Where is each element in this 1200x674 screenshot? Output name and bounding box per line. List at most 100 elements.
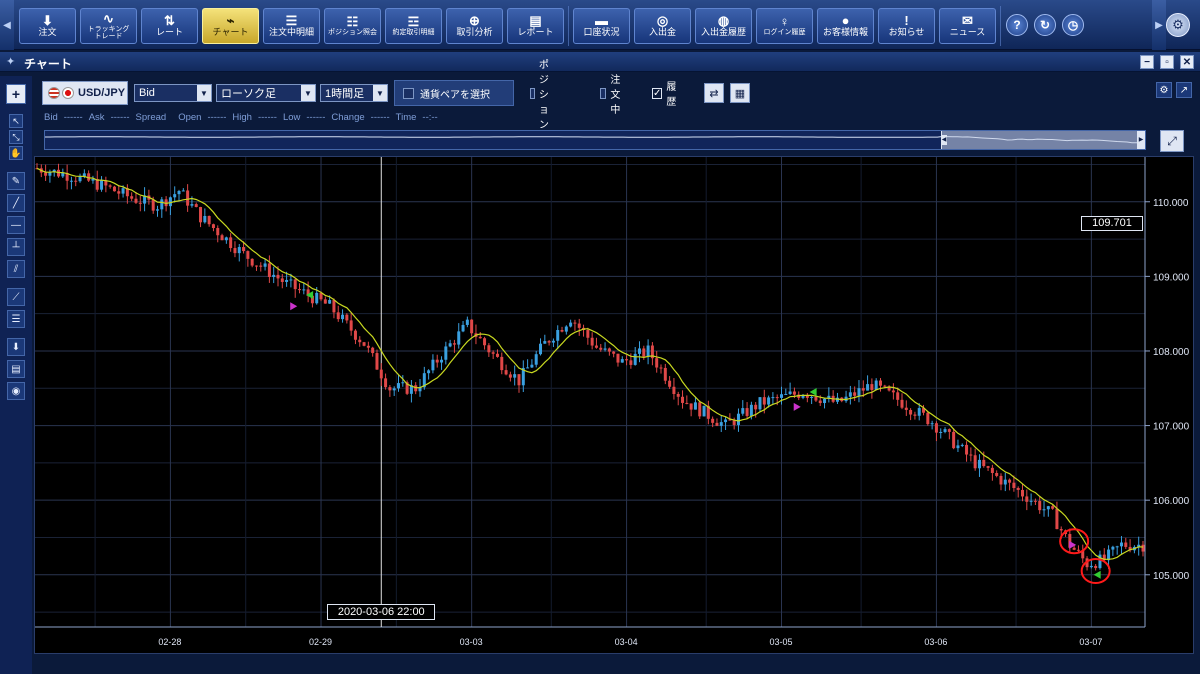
download-icon[interactable]: ⬇ [7,338,25,356]
candle-body [384,378,388,388]
candle-body [431,359,435,371]
checkbox-checked-icon[interactable]: ✓ [652,87,663,99]
trendline-icon[interactable]: ╱ [7,194,25,212]
toolbar-button-6[interactable]: ☲ 約定取引明細 [385,8,442,44]
toolbar-button-8[interactable]: ▤ レポート [507,8,564,44]
toolbar-button-2[interactable]: ⇅ レート [141,8,198,44]
candle-body [848,392,852,397]
candle-body [607,348,611,352]
candle-body [896,392,900,400]
candle-body [960,444,964,446]
candle-body [69,180,73,182]
select-pair-button[interactable]: 通貨ペアを選択 [394,80,514,106]
candle-body [134,198,138,203]
candle-body [930,423,934,425]
toolbar-button-5[interactable]: ☷ ポジション照会 [324,8,381,44]
candle-body [44,172,48,176]
navigator-window[interactable]: ◀ [941,131,1141,149]
navigator-right-handle[interactable]: ▶ [1137,131,1145,149]
candle-body [539,343,543,355]
candle-body [237,247,241,254]
toolbar-scroll-right-icon[interactable]: ▶ [1152,0,1166,50]
timeframe-select[interactable]: 1時間足 ▼ [320,84,388,102]
filter-1[interactable]: 注文中 [600,75,625,116]
close-button[interactable]: ✕ [1180,55,1194,69]
y-tick-label: 110.000 [1153,198,1189,209]
toolbar-button-0[interactable]: ⬇ 注文 [19,8,76,44]
candle-body [289,279,293,281]
toolbar-button-4[interactable]: ☰ 注文中明細 [263,8,320,44]
candle-body [1124,542,1128,547]
x-tick-label: 03-03 [460,637,483,647]
candle-body [637,348,641,354]
price-chart[interactable]: 110.000 109.000 108.000 107.000 106.000 105.0… [34,156,1194,654]
checkbox-icon[interactable] [600,87,607,99]
chart-navigator[interactable]: ◀ ▶ [44,130,1146,150]
toolbar-button-1[interactable]: ∿ トラッキング トレード [80,8,137,44]
minimize-button[interactable]: − [1140,55,1154,69]
crosshair-pointer-icon[interactable]: ⤡ [9,130,23,144]
draw-tool-icon[interactable]: ✎ [7,172,25,190]
trading-app: ◀ ⬇ 注文 ∿ トラッキング トレード ⇅ レート ⌁ チャート ☰ 注文中明細 ☷ ポジション照会… [0,0,1200,674]
fibonacci-icon[interactable]: ☰ [7,310,25,328]
pointer-tool-icon[interactable]: ↖ [9,114,23,128]
y-tick-label: 109.000 [1153,272,1190,283]
candle-body [642,348,646,357]
candle-body [1059,529,1063,531]
chart-layout-icon[interactable]: ▦ [730,83,750,103]
toolbar-button-11[interactable]: ◍ 入出金履歴 [695,8,752,44]
candle-body [551,340,555,343]
fan-icon[interactable]: ⟋ [7,288,25,306]
gear-icon[interactable]: ⚙ [1156,82,1172,98]
position-icon: ☷ [346,14,359,30]
toolbar-button-10[interactable]: ◎ 入出金 [634,8,691,44]
restore-button[interactable]: ▫ [1160,55,1174,69]
candle-body [676,394,680,397]
settings-gear-icon[interactable]: ⚙ [1166,13,1190,37]
toolbar-button-3[interactable]: ⌁ チャート [202,8,259,44]
filter-2[interactable]: ✓ 履歴 [652,82,677,108]
candle-body [491,352,495,354]
refresh-icon[interactable]: ↻ [1034,14,1056,36]
list-icon[interactable]: ▤ [7,360,25,378]
toolbar-button-12[interactable]: ♀ ログイン履歴 [756,8,813,44]
candle-body [276,274,280,279]
chart-settings-icon[interactable]: ⇄ [704,83,724,103]
popout-icon[interactable]: ↗ [1176,82,1192,98]
currency-pair-box[interactable]: USD/JPY [42,81,128,105]
toolbar-button-15[interactable]: ✉ ニュース [939,8,996,44]
candle-body [1012,482,1016,488]
toolbar-button-7[interactable]: ⊕ 取引分析 [446,8,503,44]
candle-body [569,322,573,327]
checkbox-icon[interactable] [530,87,535,99]
navigator-left-handle[interactable]: ◀ [941,135,947,145]
candle-body [560,330,564,332]
horizontal-line-icon[interactable]: — [7,216,25,234]
price-type-select[interactable]: Bid ▼ [134,84,212,102]
info-value: ------ [207,112,227,123]
candle-body [736,413,740,425]
candle-body [1115,546,1119,548]
news-icon: ✉ [962,13,973,29]
candle-body [328,300,332,304]
toolbar-button-9[interactable]: ▬ 口座状況 [573,8,630,44]
candle-body [263,263,267,267]
candle-body [1141,544,1145,552]
candle-body [130,196,134,199]
chart-type-select[interactable]: ローソク足 ▼ [216,84,316,102]
candle-body [891,390,895,393]
add-indicator-button[interactable]: + [6,84,26,104]
toolbar-button-13[interactable]: ● お客様情報 [817,8,874,44]
toolbar-scroll-left-icon[interactable]: ◀ [0,0,14,50]
channel-icon[interactable]: ⫽ [7,260,25,278]
clock-icon[interactable]: ◷ [1062,14,1084,36]
hand-tool-icon[interactable]: ✋ [9,146,23,160]
toolbar-button-14[interactable]: ! お知らせ [878,8,935,44]
filter-0[interactable]: ポジション [530,60,555,131]
help-icon[interactable]: ? [1006,14,1028,36]
candle-body [336,312,340,320]
expand-icon[interactable]: ⤢ [1160,130,1184,152]
vertical-line-icon[interactable]: ┴ [7,238,25,256]
camera-icon[interactable]: ◉ [7,382,25,400]
candle-body [465,319,469,325]
